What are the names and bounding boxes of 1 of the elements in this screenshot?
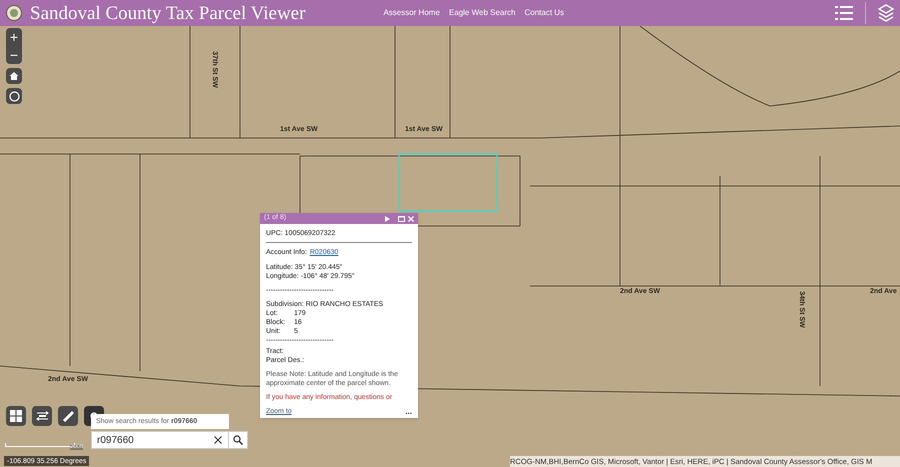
app-title: Sandoval County Tax Parcel Viewer — [30, 4, 306, 22]
